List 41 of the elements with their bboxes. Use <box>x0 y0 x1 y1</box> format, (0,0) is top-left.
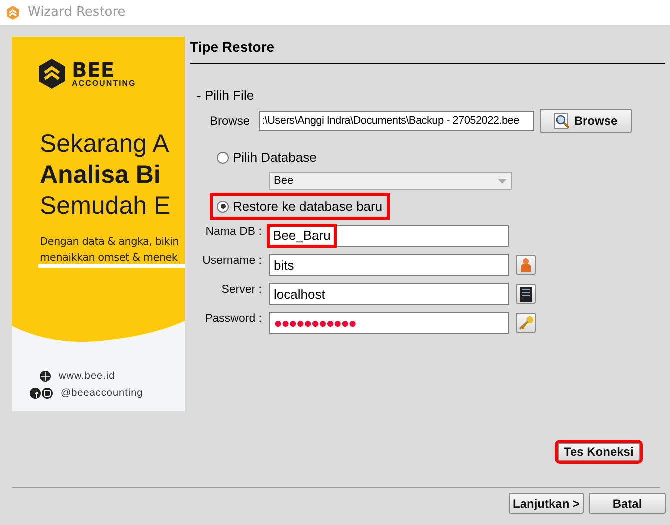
person-icon <box>521 258 531 272</box>
browse-label: Browse <box>210 114 250 128</box>
input-field[interactable]: Bee_Baru <box>269 225 509 247</box>
user-button[interactable] <box>516 255 536 275</box>
headline-line: Semudah E <box>40 191 172 222</box>
headline-line: Sekarang A <box>40 129 170 160</box>
caret-icon <box>498 178 507 184</box>
next-button[interactable]: Lanjutkan > <box>509 493 584 514</box>
group-label: - Pilih File <box>197 88 256 103</box>
field-label: Server : <box>220 284 262 296</box>
cancel-button[interactable]: Batal <box>589 493 666 514</box>
headline-line: Analisa Bi <box>40 160 162 191</box>
social-handle: @beeaccounting <box>61 388 144 399</box>
test-connection-button[interactable]: Tes Koneksi <box>558 443 640 461</box>
website-text: www.bee.id <box>59 371 116 382</box>
key-icon <box>518 316 534 330</box>
body-line: Dengan data & angka, bikin <box>40 235 180 250</box>
app-logo-icon <box>6 6 20 20</box>
globe-icon <box>40 371 51 382</box>
input-field[interactable]: ●●●●●●●●●●● <box>269 312 509 334</box>
radio-option[interactable]: Restore ke database baru <box>211 194 389 219</box>
logo-icon <box>38 59 66 89</box>
window-title: Wizard Restore <box>28 5 126 20</box>
browse-button[interactable]: Browse <box>540 109 632 133</box>
database-dropdown[interactable]: Bee <box>269 172 512 190</box>
radio-option[interactable]: Pilih Database <box>213 147 321 168</box>
body-line: menaikkan omset & menek <box>40 251 179 266</box>
brand-name: BEE <box>72 60 115 78</box>
field-label: Username : <box>202 255 262 267</box>
key-button[interactable] <box>516 313 536 333</box>
input-field[interactable]: bits <box>269 254 509 276</box>
input-field[interactable]: localhost <box>269 283 509 305</box>
server-icon <box>520 286 532 302</box>
field-label: Nama DB : <box>204 226 262 238</box>
section-title: Tipe Restore <box>190 37 665 64</box>
file-path-field[interactable]: :\Users\Anggi Indra\Documents\Backup - 27052022.bee <box>259 111 534 131</box>
field-label: Password : <box>204 313 262 325</box>
magnifier-icon <box>554 113 570 129</box>
server-button[interactable] <box>516 284 536 304</box>
social-icons <box>30 388 53 399</box>
brand-subtitle: ACCOUNTING <box>72 78 136 88</box>
